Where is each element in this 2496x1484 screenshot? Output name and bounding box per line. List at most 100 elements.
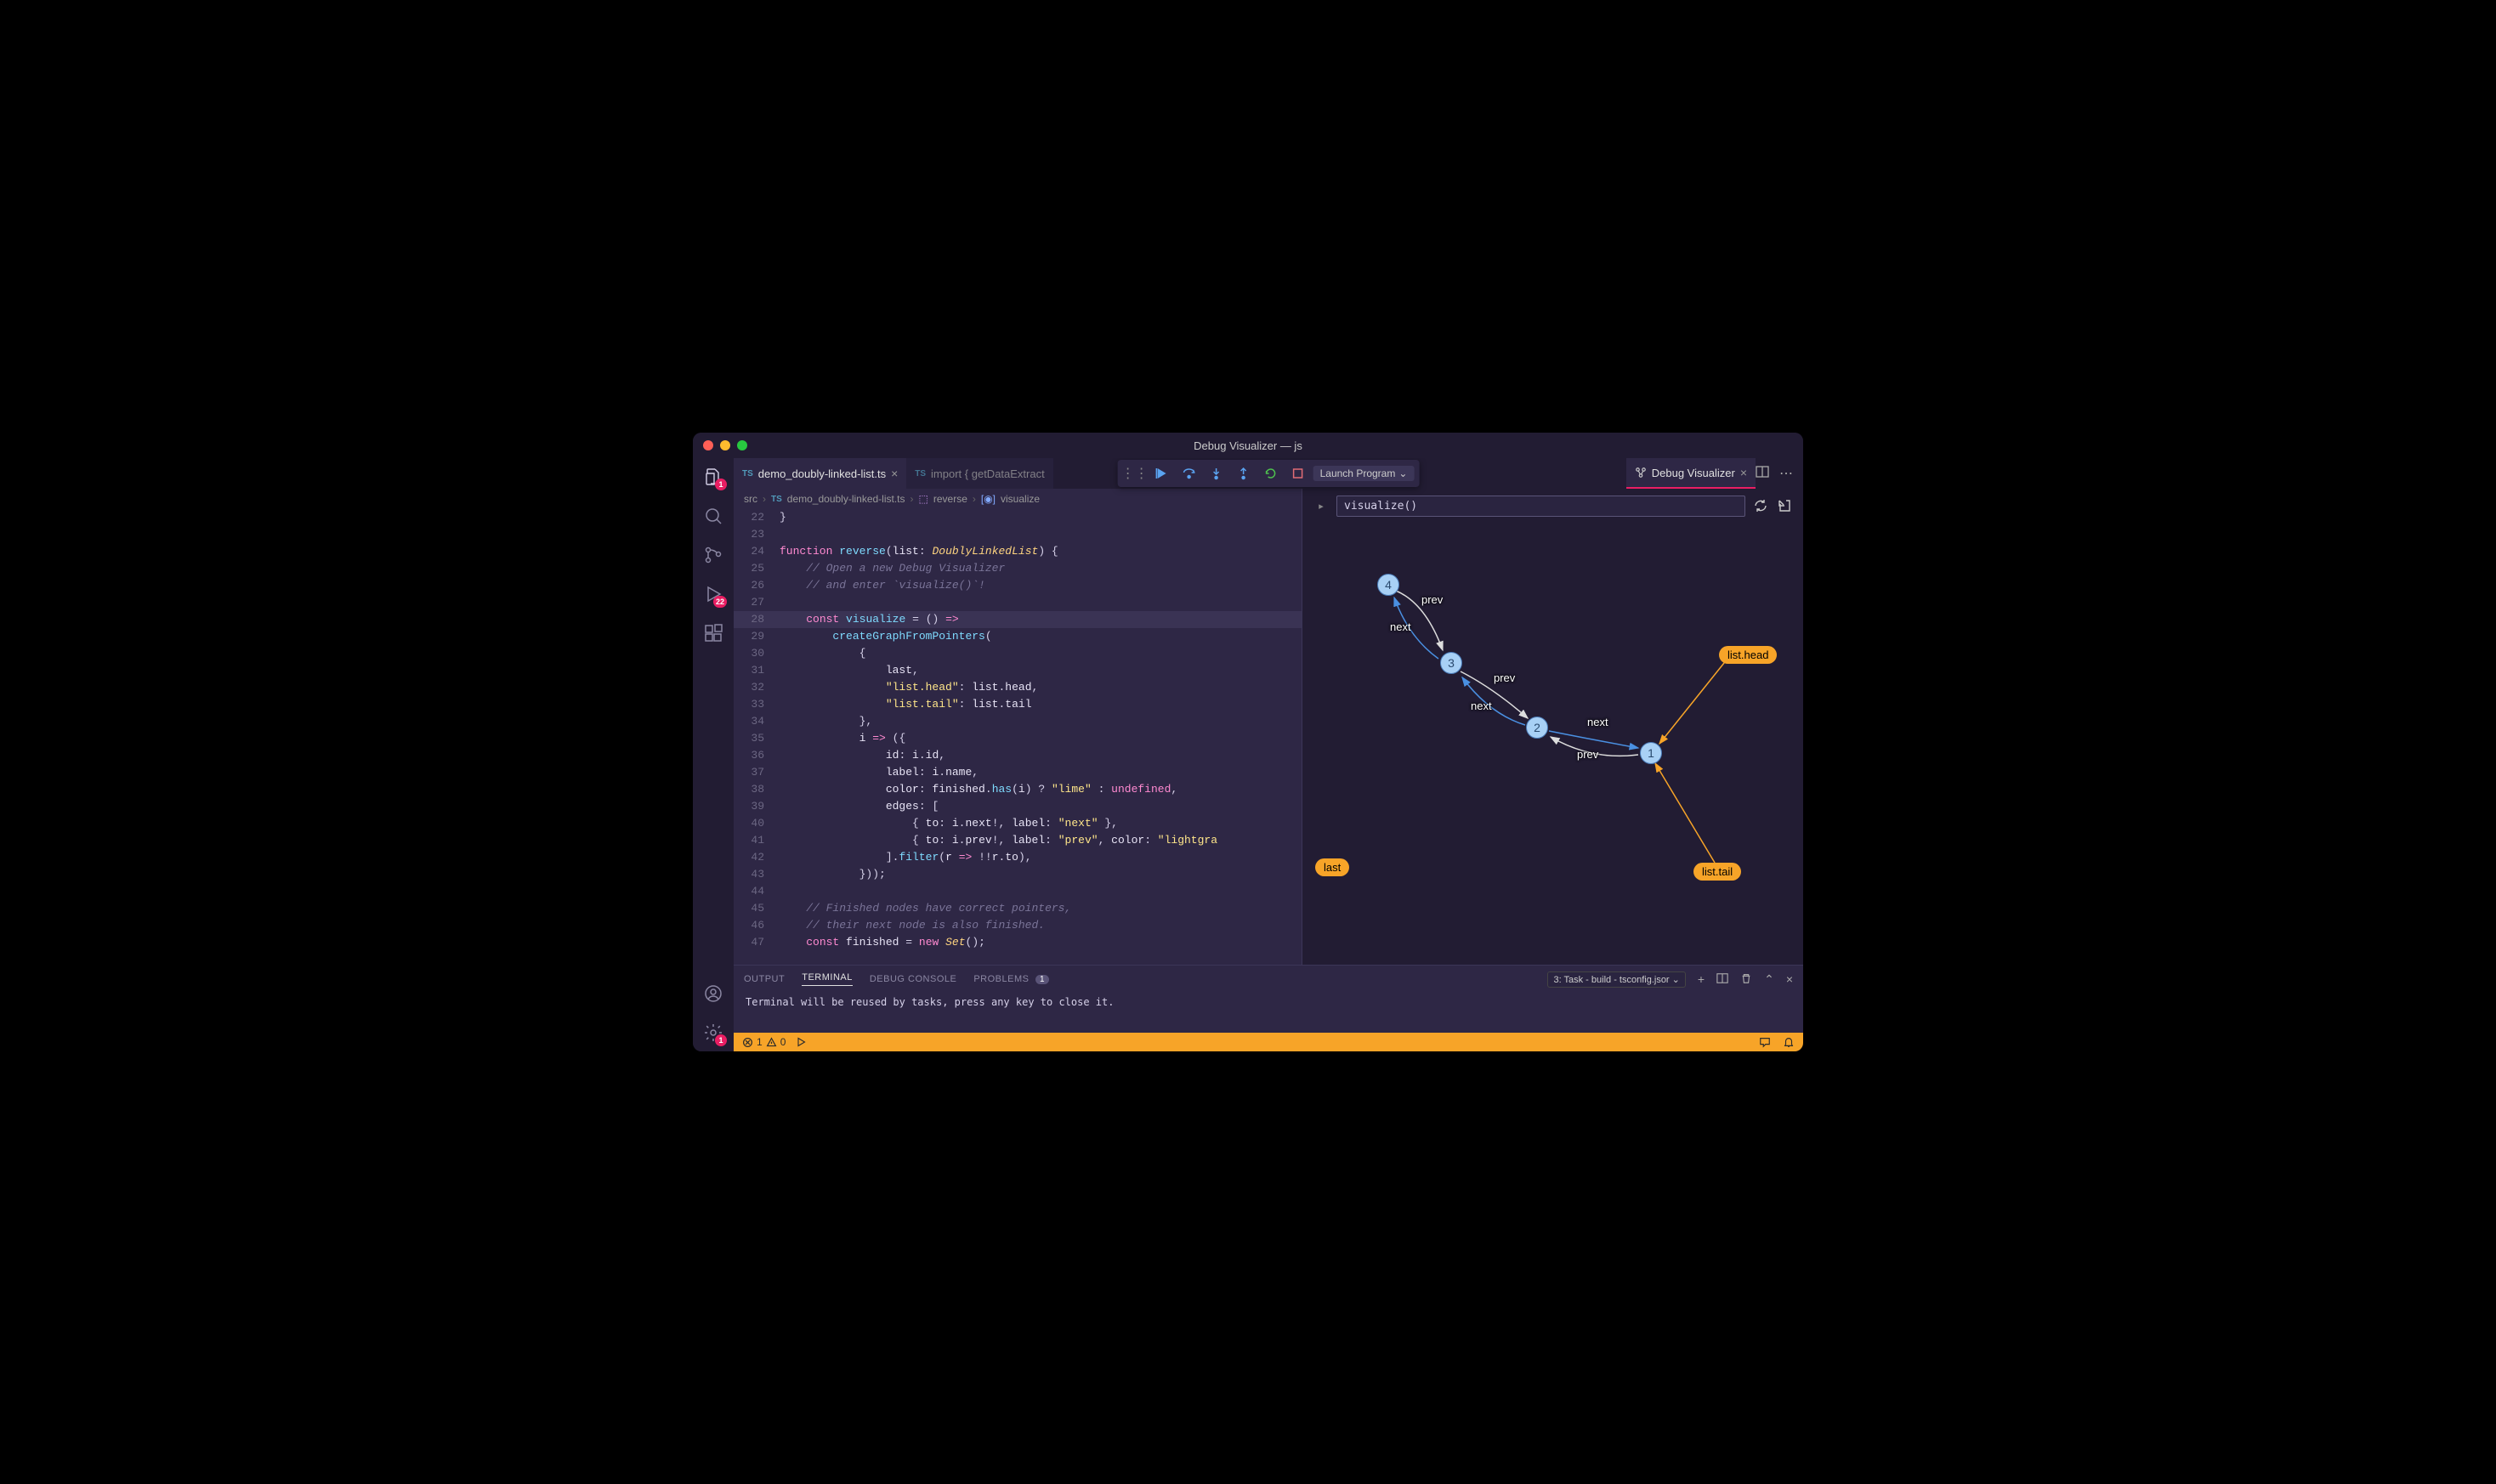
continue-icon[interactable]	[1150, 463, 1174, 484]
panel-tab-terminal[interactable]: TERMINAL	[802, 972, 853, 986]
code-line[interactable]: 46 // their next node is also finished.	[734, 917, 1302, 934]
code-line[interactable]: 29 createGraphFromPointers(	[734, 628, 1302, 645]
restart-icon[interactable]	[1259, 463, 1283, 484]
search-icon[interactable]	[701, 504, 725, 528]
debug-icon[interactable]: 22	[701, 582, 725, 606]
source-control-icon[interactable]	[701, 543, 725, 567]
popout-icon[interactable]	[1776, 497, 1793, 514]
code-line[interactable]: 36 id: i.id,	[734, 747, 1302, 764]
code-line[interactable]: 30 {	[734, 645, 1302, 662]
variable-icon: [◉]	[981, 493, 996, 505]
launch-config-dropdown[interactable]: Launch Program ⌄	[1313, 466, 1415, 481]
panel-tab-debug-console[interactable]: DEBUG CONSOLE	[870, 974, 956, 984]
code-line[interactable]: 40 { to: i.next!, label: "next" },	[734, 815, 1302, 832]
status-debug[interactable]	[796, 1037, 806, 1047]
graph-icon	[1635, 467, 1647, 479]
tab-debug-visualizer[interactable]: Debug Visualizer ×	[1626, 458, 1756, 489]
activity-bar: 1 22 1	[693, 458, 734, 1051]
code-line[interactable]: 47 const finished = new Set();	[734, 934, 1302, 951]
account-icon[interactable]	[701, 982, 725, 1005]
code-editor[interactable]: src › TS demo_doubly-linked-list.ts › ⬚ …	[734, 489, 1302, 965]
warning-icon	[766, 1037, 777, 1048]
tab-bar: TS demo_doubly-linked-list.ts × TS impor…	[734, 458, 1803, 489]
close-window-icon[interactable]	[703, 440, 713, 450]
code-line[interactable]: 37 label: i.name,	[734, 764, 1302, 781]
graph-pointer-label[interactable]: list.head	[1719, 646, 1777, 664]
tab-editor-2[interactable]: TS import { getDataExtract	[906, 458, 1052, 489]
code-line[interactable]: 41 { to: i.prev!, label: "prev", color: …	[734, 832, 1302, 849]
code-line[interactable]: 45 // Finished nodes have correct pointe…	[734, 900, 1302, 917]
code-line[interactable]: 42 ].filter(r => !!r.to),	[734, 849, 1302, 866]
graph-node[interactable]: 3	[1440, 652, 1462, 674]
tab-label: import { getDataExtract	[931, 467, 1045, 480]
graph-node[interactable]: 2	[1526, 717, 1548, 739]
edge-label: next	[1390, 620, 1411, 633]
code-line[interactable]: 26 // and enter `visualize()`!	[734, 577, 1302, 594]
feedback-icon[interactable]	[1759, 1036, 1771, 1048]
code-area[interactable]: 22}2324function reverse(list: DoublyLink…	[734, 509, 1302, 965]
code-line[interactable]: 27	[734, 594, 1302, 611]
explorer-icon[interactable]: 1	[701, 465, 725, 489]
graph-pointer-label[interactable]: list.tail	[1693, 863, 1741, 881]
visualizer-expression-input[interactable]	[1336, 496, 1745, 517]
breadcrumb-folder: src	[744, 493, 757, 505]
breadcrumb[interactable]: src › TS demo_doubly-linked-list.ts › ⬚ …	[734, 489, 1302, 509]
split-editor-icon[interactable]	[1756, 465, 1769, 483]
stop-icon[interactable]	[1286, 463, 1310, 484]
code-line[interactable]: 34 },	[734, 713, 1302, 730]
terminal-output[interactable]: Terminal will be reused by tasks, press …	[734, 993, 1803, 1011]
minimize-window-icon[interactable]	[720, 440, 730, 450]
graph-pointer-label[interactable]: last	[1315, 858, 1349, 876]
step-over-icon[interactable]	[1177, 463, 1201, 484]
code-line[interactable]: 43 }));	[734, 866, 1302, 883]
explorer-badge: 1	[715, 479, 727, 490]
split-terminal-icon[interactable]	[1716, 972, 1728, 987]
bottom-panel: OUTPUT TERMINAL DEBUG CONSOLE PROBLEMS 1…	[734, 965, 1803, 1033]
code-line[interactable]: 28 const visualize = () =>	[734, 611, 1302, 628]
code-line[interactable]: 38 color: finished.has(i) ? "lime" : und…	[734, 781, 1302, 798]
code-line[interactable]: 33 "list.tail": list.tail	[734, 696, 1302, 713]
tab-editor-1[interactable]: TS demo_doubly-linked-list.ts ×	[734, 458, 906, 489]
code-line[interactable]: 23	[734, 526, 1302, 543]
drag-handle-icon[interactable]: ⋮⋮	[1123, 463, 1147, 484]
extensions-icon[interactable]	[701, 621, 725, 645]
graph-node[interactable]: 1	[1640, 742, 1662, 764]
settings-icon[interactable]: 1	[701, 1021, 725, 1045]
maximize-panel-icon[interactable]: ⌃	[1764, 972, 1774, 987]
code-line[interactable]: 22}	[734, 509, 1302, 526]
notifications-icon[interactable]	[1783, 1036, 1795, 1048]
new-terminal-icon[interactable]: +	[1698, 972, 1705, 986]
panel-tab-output[interactable]: OUTPUT	[744, 974, 785, 984]
code-line[interactable]: 25 // Open a new Debug Visualizer	[734, 560, 1302, 577]
debug-visualizer-panel: ▸	[1302, 489, 1803, 965]
code-line[interactable]: 35 i => ({	[734, 730, 1302, 747]
code-line[interactable]: 44	[734, 883, 1302, 900]
close-icon[interactable]: ×	[1740, 466, 1747, 479]
close-icon[interactable]: ×	[891, 467, 898, 480]
tab-label: demo_doubly-linked-list.ts	[758, 467, 886, 480]
refresh-icon[interactable]	[1752, 497, 1769, 514]
code-line[interactable]: 39 edges: [	[734, 798, 1302, 815]
code-line[interactable]: 31 last,	[734, 662, 1302, 679]
close-panel-icon[interactable]: ×	[1786, 972, 1793, 986]
edge-label: prev	[1494, 671, 1515, 684]
problems-badge: 1	[1035, 975, 1049, 984]
status-errors[interactable]: 1 0	[742, 1036, 786, 1048]
step-out-icon[interactable]	[1232, 463, 1256, 484]
kill-terminal-icon[interactable]	[1740, 972, 1752, 987]
maximize-window-icon[interactable]	[737, 440, 747, 450]
graph-node[interactable]: 4	[1377, 574, 1399, 596]
expand-icon[interactable]: ▸	[1313, 497, 1330, 514]
graph-canvas[interactable]: 4 3 2 1 last list.head list.tail prev ne…	[1302, 523, 1803, 965]
edge-label: next	[1587, 716, 1608, 728]
terminal-select[interactable]: 3: Task - build - tsconfig.jsor ⌄	[1547, 971, 1685, 988]
code-line[interactable]: 24function reverse(list: DoublyLinkedLis…	[734, 543, 1302, 560]
step-into-icon[interactable]	[1205, 463, 1228, 484]
typescript-icon: TS	[771, 495, 782, 504]
more-icon[interactable]: ⋯	[1779, 465, 1793, 482]
edge-label: next	[1471, 700, 1492, 712]
status-bar: 1 0	[734, 1033, 1803, 1051]
chevron-down-icon: ⌄	[1672, 975, 1680, 985]
code-line[interactable]: 32 "list.head": list.head,	[734, 679, 1302, 696]
panel-tab-problems[interactable]: PROBLEMS 1	[973, 974, 1049, 984]
